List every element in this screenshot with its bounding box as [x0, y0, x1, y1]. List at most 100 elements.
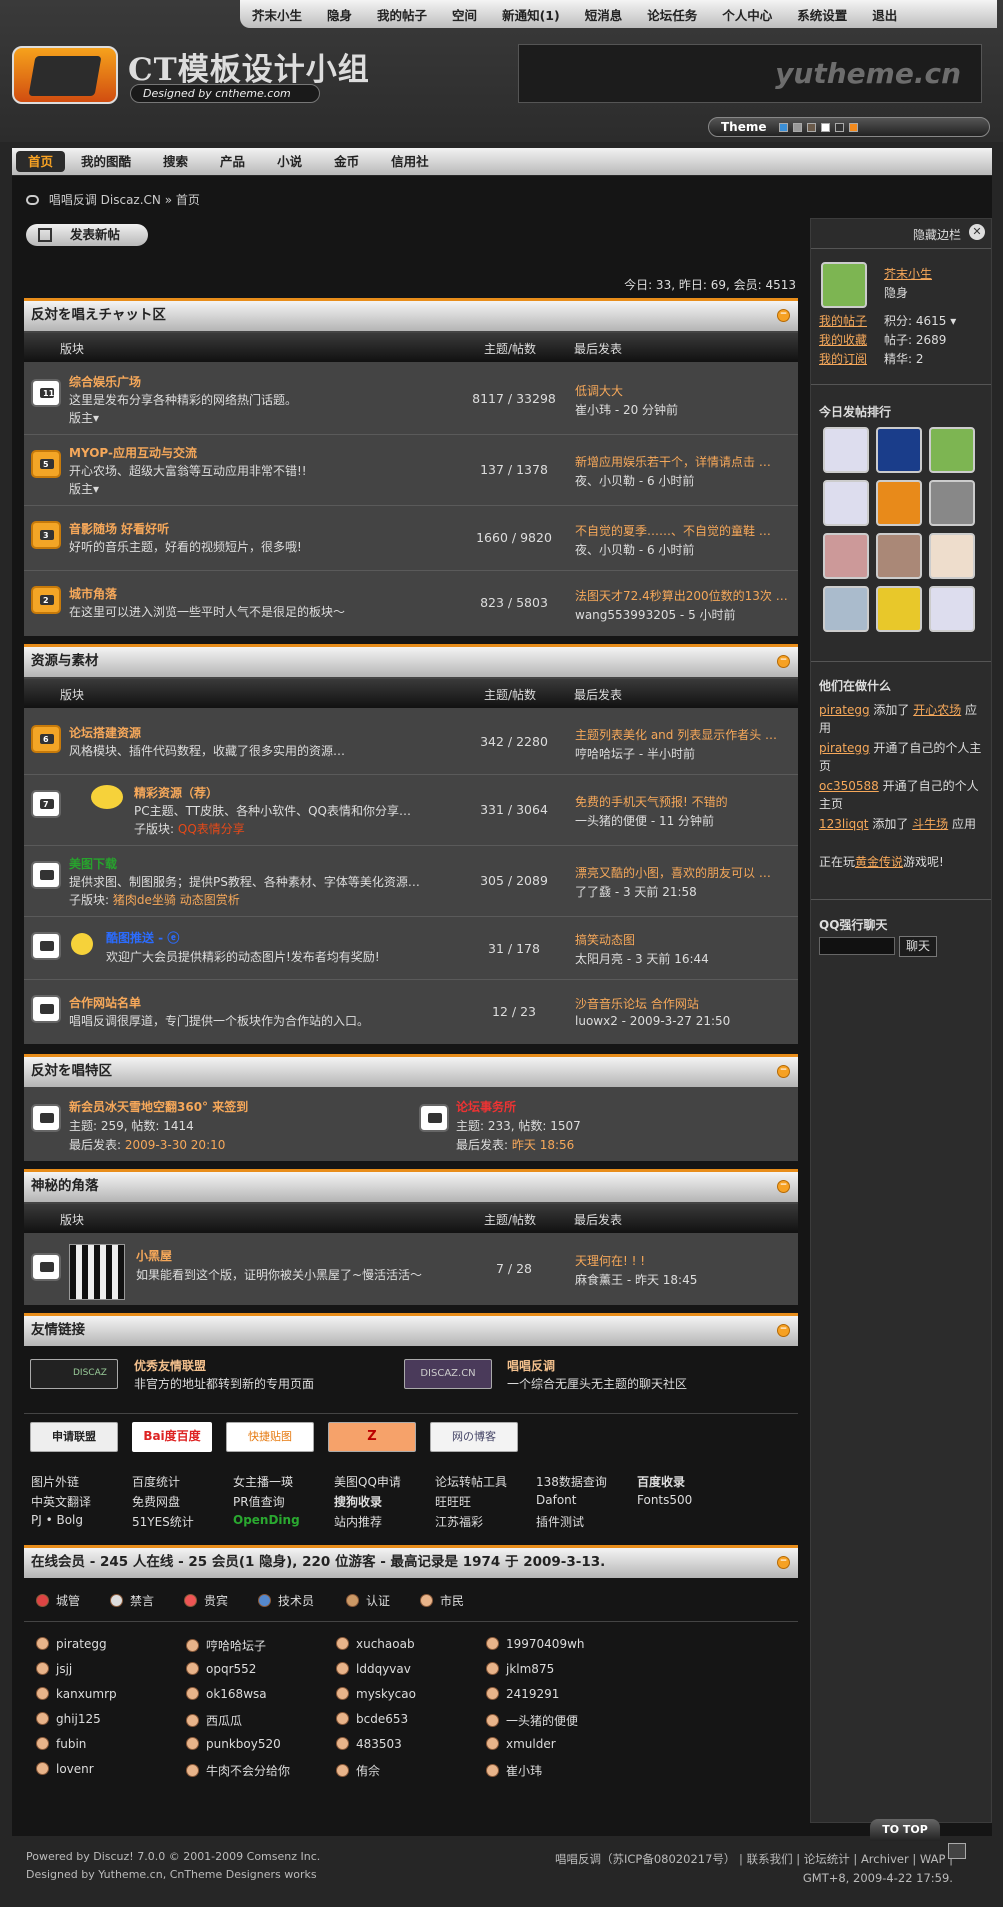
nav-my-album[interactable]: 我的图酷 — [65, 151, 147, 172]
text-link[interactable]: 插件测试 — [536, 1513, 584, 1530]
online-user[interactable]: 崔小玮 — [486, 1762, 542, 1779]
topnav-tasks[interactable]: 论坛任务 — [647, 5, 697, 24]
forum-title[interactable]: 精彩资源（荐） — [134, 784, 218, 801]
forum-title[interactable]: 综合娱乐广场 — [69, 373, 141, 390]
theme-swatch-brown[interactable] — [806, 122, 816, 132]
forum-title[interactable]: 音影随场 好看好听 — [69, 520, 169, 537]
rank-avatar[interactable] — [823, 427, 869, 473]
sidebar-username[interactable]: 芥末小生 — [884, 265, 932, 282]
text-link[interactable]: 旺旺旺 — [435, 1493, 471, 1510]
online-user[interactable]: 483503 — [336, 1737, 402, 1751]
forum-title[interactable]: MYOP-应用互动与交流 — [69, 444, 197, 461]
text-link[interactable]: 站内推荐 — [334, 1513, 382, 1530]
last-post-link[interactable]: 法图天才72.4秒算出200位数的13次 … — [575, 587, 795, 604]
theme-swatch-blue[interactable] — [778, 122, 788, 132]
link-logo-discaz-cn[interactable]: DISCAZ.CN — [404, 1359, 492, 1389]
online-user[interactable]: 牛肉不会分给你 — [186, 1762, 290, 1779]
text-link[interactable]: PR值查询 — [233, 1493, 285, 1510]
link-logo-apply[interactable]: 申请联盟 — [30, 1422, 118, 1452]
stats-icon[interactable] — [948, 1843, 966, 1859]
topnav-invisible[interactable]: 隐身 — [327, 5, 352, 24]
online-user[interactable]: kanxumrp — [36, 1687, 117, 1701]
footer-links[interactable]: 唱唱反调（苏ICP备08020217号） | 联系我们 | 论坛统计 | Arc… — [555, 1851, 953, 1867]
link-logo-quick-image[interactable]: 快捷贴图 — [226, 1422, 314, 1452]
collapse-icon[interactable]: − — [777, 309, 790, 322]
logo-title[interactable]: CT模板设计小组 — [128, 44, 370, 89]
text-link[interactable]: 中英文翻译 — [31, 1493, 91, 1510]
theme-swatch-orange[interactable] — [848, 122, 858, 132]
text-link[interactable]: OpenDing — [233, 1513, 300, 1527]
online-user[interactable]: opqr552 — [186, 1662, 256, 1676]
last-post-author[interactable]: 哼哈哈坛子 - 半小时前 — [575, 745, 695, 762]
header-banner[interactable]: yutheme.cn — [518, 44, 982, 103]
link-logo-baidu[interactable]: Bai度百度 — [132, 1422, 212, 1452]
text-link[interactable]: 138数据查询 — [536, 1473, 607, 1490]
last-post-link[interactable]: 主题列表美化 and 列表显示作者头 … — [575, 726, 795, 743]
text-link[interactable]: 搜狗收录 — [334, 1493, 382, 1510]
last-post-link[interactable]: 免费的手机天气预报! 不错的 — [575, 793, 795, 810]
theme-swatch-black[interactable] — [834, 122, 844, 132]
online-user[interactable]: bcde653 — [336, 1712, 408, 1726]
online-user[interactable]: 西瓜瓜 — [186, 1712, 242, 1729]
online-user[interactable]: 2419291 — [486, 1687, 559, 1701]
text-link[interactable]: 论坛转帖工具 — [435, 1473, 507, 1490]
topnav-logout[interactable]: 退出 — [872, 5, 897, 24]
last-post-link[interactable]: 天理何在! ! ! — [575, 1252, 795, 1269]
online-user[interactable]: lovenr — [36, 1762, 94, 1776]
link-title[interactable]: 唱唱反调 — [507, 1357, 555, 1374]
qq-chat-button[interactable]: 聊天 — [899, 936, 937, 957]
last-post-link[interactable]: 沙音音乐论坛 合作网站 — [575, 995, 795, 1012]
rank-avatar[interactable] — [929, 586, 975, 632]
forum-title[interactable]: 新会员冰天雪地空翻360° 来签到 — [69, 1098, 248, 1115]
online-user[interactable]: 19970409wh — [486, 1637, 585, 1651]
online-user[interactable]: jsjj — [36, 1662, 72, 1676]
rank-avatar[interactable] — [876, 533, 922, 579]
topnav-settings[interactable]: 系统设置 — [797, 5, 847, 24]
close-icon[interactable]: ✕ — [969, 224, 985, 240]
collapse-icon[interactable]: − — [777, 1556, 790, 1569]
last-post-author[interactable]: 夜、小贝勒 - 6 小时前 — [575, 541, 694, 558]
forum-title[interactable]: 美图下载 — [69, 855, 117, 872]
rank-avatar[interactable] — [929, 533, 975, 579]
forum-title[interactable]: 城市角落 — [69, 585, 117, 602]
topnav-profile[interactable]: 个人中心 — [722, 5, 772, 24]
rank-avatar[interactable] — [929, 427, 975, 473]
online-user[interactable]: 一头猪的便便 — [486, 1712, 578, 1729]
link-logo-z[interactable]: Z — [328, 1422, 416, 1452]
online-user[interactable]: xuchaoab — [336, 1637, 415, 1651]
subforum-link[interactable]: 猪肉de坐骑 动态图赏析 — [113, 893, 240, 907]
category-title[interactable]: 反対を唱えチャット区 — [31, 307, 166, 323]
topnav-my-posts[interactable]: 我的帖子 — [377, 5, 427, 24]
topnav-notifications[interactable]: 新通知(1) — [502, 5, 560, 24]
online-user[interactable]: ghij125 — [36, 1712, 101, 1726]
logo-icon[interactable] — [12, 46, 118, 104]
sidebar-my-posts[interactable]: 我的帖子 — [819, 312, 867, 329]
online-user[interactable]: myskycao — [336, 1687, 416, 1701]
text-link[interactable]: 美图QQ申请 — [334, 1473, 401, 1490]
nav-products[interactable]: 产品 — [204, 151, 261, 172]
last-post-author[interactable]: 崔小玮 - 20 分钟前 — [575, 401, 678, 418]
rank-avatar[interactable] — [823, 480, 869, 526]
forum-title[interactable]: 论坛事务所 — [456, 1098, 516, 1115]
rank-avatar[interactable] — [876, 427, 922, 473]
breadcrumb-site[interactable]: 唱唱反调 Discaz.CN — [49, 193, 161, 207]
text-link[interactable]: 江苏福彩 — [435, 1513, 483, 1530]
user-avatar[interactable] — [821, 262, 867, 308]
text-link[interactable]: Fonts500 — [637, 1493, 692, 1507]
online-user[interactable]: 侑佘 — [336, 1762, 380, 1779]
collapse-icon[interactable]: − — [777, 1180, 790, 1193]
last-post-link[interactable]: 漂亮又酷的小图，喜欢的朋友可以 … — [575, 864, 795, 881]
online-user[interactable]: xmulder — [486, 1737, 556, 1751]
nav-credit[interactable]: 信用社 — [375, 151, 445, 172]
rank-avatar[interactable] — [876, 480, 922, 526]
link-logo-discaz[interactable]: DISCAZ — [30, 1359, 118, 1389]
last-post-author[interactable]: luowx2 - 2009-3-27 21:50 — [575, 1014, 730, 1028]
to-top-button[interactable]: TO TOP — [870, 1819, 940, 1841]
forum-title[interactable]: 小黑屋 — [136, 1247, 172, 1264]
topnav-space[interactable]: 空间 — [452, 5, 477, 24]
rank-avatar[interactable] — [823, 586, 869, 632]
last-post-author[interactable]: wang553993205 - 5 小时前 — [575, 606, 736, 623]
online-user[interactable]: 哼哈哈坛子 — [186, 1637, 266, 1654]
last-post-author[interactable]: 麻食薰王 - 昨天 18:45 — [575, 1271, 697, 1288]
nav-coins[interactable]: 金币 — [318, 151, 375, 172]
